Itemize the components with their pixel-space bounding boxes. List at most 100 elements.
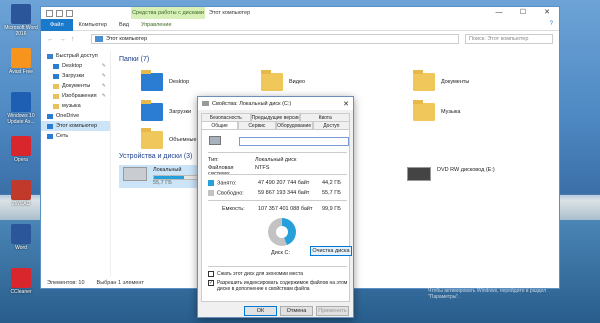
desktop-icon[interactable]: CCleaner	[2, 268, 40, 304]
desktop-icon-label: Word	[15, 245, 27, 251]
dialog-close-icon[interactable]: ✕	[339, 100, 353, 108]
tab-hardware[interactable]: Оборудование	[275, 121, 313, 129]
tab-sharing[interactable]: Доступ	[312, 121, 350, 129]
title-bar: Средства работы с дисками Этот компьютер…	[41, 7, 559, 19]
dialog-tabs: Безопасность Предыдущие версии Квота Общ…	[198, 110, 353, 129]
search-input[interactable]: Поиск: Этот компьютер	[465, 34, 553, 44]
address-row: ← → ↑ Этот компьютер Поиск: Этот компьют…	[41, 31, 559, 47]
folder-desktop[interactable]: Desktop	[141, 70, 189, 91]
divider	[208, 266, 347, 267]
free-row: Свободно:	[208, 190, 255, 196]
folder-3d-objects[interactable]: Объемные о	[141, 128, 201, 149]
used-gb: 44,2 ГБ	[322, 180, 341, 186]
properties-dialog: Свойства: Локальный диск (C:) ✕ Безопасн…	[197, 96, 354, 318]
pin-icon[interactable]: ✎	[102, 81, 106, 91]
sidebar-item[interactable]: музыка	[41, 101, 110, 111]
sidebar-item[interactable]: Загрузки ✎	[41, 71, 110, 81]
capacity-bytes: 107 357 401 088 байт	[258, 206, 313, 212]
up-icon[interactable]: ↑	[71, 36, 75, 43]
apply-button[interactable]: Применить	[316, 306, 349, 316]
address-bar[interactable]: Этот компьютер	[91, 34, 459, 44]
tab-view[interactable]: Вид	[113, 19, 135, 31]
sidebar-item[interactable]: Быстрый доступ	[41, 51, 110, 61]
tab-general[interactable]: Общие	[201, 121, 239, 129]
desktop-icon[interactable]: Opera	[2, 136, 40, 172]
tab-file[interactable]: Файл	[41, 18, 73, 31]
cancel-button[interactable]: Отмена	[280, 306, 313, 316]
drive-name-input[interactable]	[239, 137, 349, 146]
sidebar-item[interactable]: Desktop ✎	[41, 61, 110, 71]
nav-buttons: ← → ↑	[41, 36, 75, 43]
pin-icon[interactable]: ✎	[102, 61, 106, 71]
disk-label: Диск C:	[271, 250, 290, 256]
sidebar-item-label: Этот компьютер	[56, 123, 98, 129]
desktop-icon[interactable]: Avast Free	[2, 48, 40, 84]
folder-icon	[53, 63, 59, 69]
tab-previous-versions[interactable]: Предыдущие версии	[250, 113, 301, 121]
compress-checkbox[interactable]	[208, 271, 214, 277]
tab-computer[interactable]: Компьютер	[73, 19, 113, 31]
tab-quota[interactable]: Квота	[300, 113, 351, 121]
sidebar-item[interactable]: OneDrive	[41, 111, 110, 121]
new-folder-icon[interactable]	[56, 9, 63, 17]
status-selected: Выбран 1 элемент	[96, 280, 144, 286]
app-icon	[11, 48, 31, 68]
fs-row: Файловая система: NTFS	[208, 165, 269, 177]
close-icon[interactable]: ✕	[535, 7, 559, 19]
divider	[208, 200, 347, 201]
desktop-icon[interactable]: Windows 10 Update As...	[2, 92, 40, 128]
activation-watermark-text: Чтобы активировать Windows, перейдите в …	[428, 288, 547, 300]
minimize-icon[interactable]: —	[487, 7, 511, 19]
sidebar-item[interactable]: Изображения ✎	[41, 91, 110, 101]
properties-icon[interactable]	[46, 9, 53, 17]
desktop-icon-label: Windows 10 Update As...	[7, 113, 35, 125]
back-icon[interactable]: ←	[47, 36, 54, 43]
star-icon	[47, 53, 53, 59]
drive-icon	[202, 101, 209, 106]
index-checkbox[interactable]: ✓	[208, 280, 214, 286]
sidebar-item-label: Загрузки	[62, 73, 85, 79]
sidebar-item[interactable]: Этот компьютер	[41, 121, 110, 131]
devices-group-header[interactable]: Устройства и диски (3)	[119, 153, 192, 160]
folder-icon	[141, 100, 163, 121]
sidebar-item[interactable]: Документы ✎	[41, 81, 110, 91]
desktop-icon[interactable]: Microsoft Word 2016	[2, 4, 40, 40]
dialog-title-bar: Свойства: Локальный диск (C:) ✕	[198, 97, 353, 110]
folder-video[interactable]: Видео	[261, 70, 305, 91]
forward-icon[interactable]: →	[59, 36, 66, 43]
drive-dvd[interactable]: DVD RW дисковод (E:)	[407, 167, 495, 181]
address-path: Этот компьютер	[106, 36, 148, 42]
customize-icon[interactable]	[66, 9, 73, 17]
ok-button[interactable]: ОК	[244, 306, 277, 316]
disk-cleanup-button[interactable]: Очистка диска	[310, 246, 352, 256]
ribbon-tabs: Файл Компьютер Вид Управление ?	[41, 18, 559, 31]
desktop-icon[interactable]: ZWCAD	[2, 180, 40, 216]
folder-downloads[interactable]: Загрузки	[141, 100, 191, 121]
tab-manage[interactable]: Управление	[135, 19, 178, 31]
free-gb: 55,7 ГБ	[322, 190, 341, 196]
sidebar-item-label: Быстрый доступ	[56, 53, 98, 59]
sidebar-item-label: Документы	[62, 83, 91, 89]
desktop-icon-label: Avast Free	[8, 69, 34, 75]
folder-icon	[413, 70, 435, 91]
index-checkbox-row[interactable]: ✓ Разрешить индексировать содержимое фай…	[208, 280, 348, 292]
sidebar-item-label: OneDrive	[56, 113, 80, 119]
pin-icon[interactable]: ✎	[102, 71, 106, 81]
tab-tools[interactable]: Сервис	[238, 121, 276, 129]
help-icon[interactable]: ?	[550, 21, 553, 27]
maximize-icon[interactable]: ☐	[511, 7, 535, 19]
folder-music[interactable]: Музыка	[413, 100, 460, 121]
folders-group-header[interactable]: Папки (7)	[119, 56, 149, 63]
compress-checkbox-row[interactable]: Сжать этот диск для экономии места	[208, 271, 303, 277]
folder-icon	[141, 70, 163, 91]
sidebar-item-label: Сеть	[56, 133, 69, 139]
drive-c-usage-fill	[154, 176, 185, 179]
app-icon	[11, 92, 31, 112]
sidebar-item[interactable]: Сеть	[41, 131, 110, 141]
context-tab-disk-tools: Средства работы с дисками	[131, 7, 205, 19]
tab-security[interactable]: Безопасность	[201, 113, 251, 121]
folder-icon	[47, 123, 53, 129]
folder-documents[interactable]: Документы	[413, 70, 469, 91]
desktop-icon[interactable]: Word	[2, 224, 40, 260]
pin-icon[interactable]: ✎	[102, 91, 106, 101]
